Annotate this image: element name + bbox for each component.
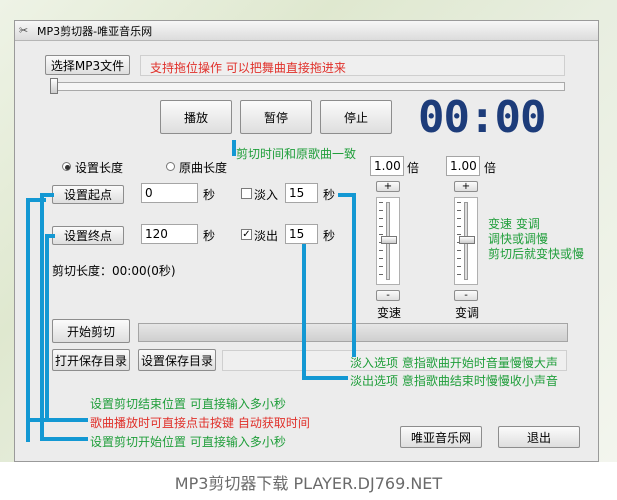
original-length-label: 原曲长度 xyxy=(179,161,228,175)
start-unit: 秒 xyxy=(203,188,216,202)
connector-line-end xyxy=(45,234,49,422)
pitch-value-field[interactable]: 1.00 xyxy=(446,156,480,176)
pitch-plus-button[interactable]: + xyxy=(454,181,478,192)
fade-in-note: 淡入选项 意指歌曲开始时音量慢慢大声 xyxy=(350,356,558,370)
set-save-dir-button[interactable]: 设置保存目录 xyxy=(138,349,216,371)
weiya-music-button[interactable]: 唯亚音乐网 xyxy=(400,426,482,448)
connector-line-fade-in xyxy=(352,193,356,357)
scissors-icon: ✂ xyxy=(19,24,29,37)
pitch-label: 变调 xyxy=(455,306,480,320)
connector-line xyxy=(232,140,236,156)
cut-length-text: 剪切长度：00:00(0秒) xyxy=(52,264,176,278)
playing-click-note: 歌曲播放时可直接点击按键 自动获取时间 xyxy=(90,416,310,430)
fade-out-note: 淡出选项 意指歌曲结束时慢慢收小声音 xyxy=(350,374,558,388)
same-length-note: 剪切时间和原歌曲一致 xyxy=(236,147,357,161)
title-bar: ✂ MP3剪切器-唯亚音乐网 xyxy=(15,21,598,41)
speed-minus-button[interactable]: - xyxy=(376,290,400,301)
set-length-label: 设置长度 xyxy=(75,161,124,175)
start-cut-button[interactable]: 开始剪切 xyxy=(52,319,130,343)
connector-line-start xyxy=(40,193,54,197)
end-position-note: 设置剪切结束位置 可直接输入多小秒 xyxy=(90,397,286,411)
end-time-field[interactable]: 120 xyxy=(141,224,198,244)
playback-slider-thumb[interactable] xyxy=(50,78,58,94)
start-time-field[interactable]: 0 xyxy=(141,183,198,203)
speed-unit: 倍 xyxy=(407,161,420,175)
stop-button[interactable]: 停止 xyxy=(320,100,392,134)
playback-slider[interactable] xyxy=(50,82,565,91)
speed-slider-thumb[interactable] xyxy=(381,236,397,244)
set-start-button[interactable]: 设置起点 xyxy=(52,185,124,204)
time-display: 00:00 xyxy=(418,92,546,143)
connector-line-playing xyxy=(26,198,46,202)
connector-line xyxy=(232,149,236,153)
pitch-slider[interactable] xyxy=(454,197,478,285)
set-end-button[interactable]: 设置终点 xyxy=(52,226,124,245)
speed-note-line3: 剪切后就变快或慢 xyxy=(488,247,585,261)
connector-line-start xyxy=(40,193,44,441)
pitch-unit: 倍 xyxy=(484,161,497,175)
fade-in-unit: 秒 xyxy=(323,188,336,202)
fade-in-label: 淡入 xyxy=(254,188,279,202)
exit-button[interactable]: 退出 xyxy=(498,426,580,448)
fade-out-seconds-field[interactable]: 15 xyxy=(285,224,318,244)
window-title: MP3剪切器-唯亚音乐网 xyxy=(37,25,153,38)
pitch-minus-button[interactable]: - xyxy=(454,290,478,301)
open-save-dir-button[interactable]: 打开保存目录 xyxy=(52,349,130,371)
fade-out-label: 淡出 xyxy=(254,229,279,243)
play-button[interactable]: 播放 xyxy=(160,100,232,134)
fade-out-checkbox[interactable]: ✓ xyxy=(241,229,252,240)
set-length-radio[interactable] xyxy=(62,162,71,171)
fade-in-checkbox[interactable] xyxy=(241,188,252,199)
drag-hint: 支持拖位操作 可以把舞曲直接拖进来 xyxy=(150,61,346,75)
connector-line-end xyxy=(45,234,55,238)
connector-line-playing xyxy=(26,418,88,422)
original-length-radio[interactable] xyxy=(166,162,175,171)
speed-value-field[interactable]: 1.00 xyxy=(370,156,404,176)
pitch-slider-thumb[interactable] xyxy=(459,236,475,244)
pause-button[interactable]: 暂停 xyxy=(240,100,312,134)
fade-out-unit: 秒 xyxy=(323,229,336,243)
connector-line-start xyxy=(40,437,88,441)
connector-line-playing xyxy=(26,198,30,442)
footer-text: MP3剪切器下载 PLAYER.DJ769.NET xyxy=(174,474,443,493)
start-position-note: 设置剪切开始位置 可直接输入多小秒 xyxy=(90,435,286,449)
end-unit: 秒 xyxy=(203,229,216,243)
connector-line-fade-out xyxy=(302,244,306,378)
fade-in-seconds-field[interactable]: 15 xyxy=(285,183,318,203)
speed-slider[interactable] xyxy=(376,197,400,285)
select-file-button[interactable]: 选择MP3文件 xyxy=(45,55,130,75)
speed-plus-button[interactable]: + xyxy=(376,181,400,192)
speed-label: 变速 xyxy=(377,306,402,320)
connector-line-fade-out xyxy=(302,376,348,380)
